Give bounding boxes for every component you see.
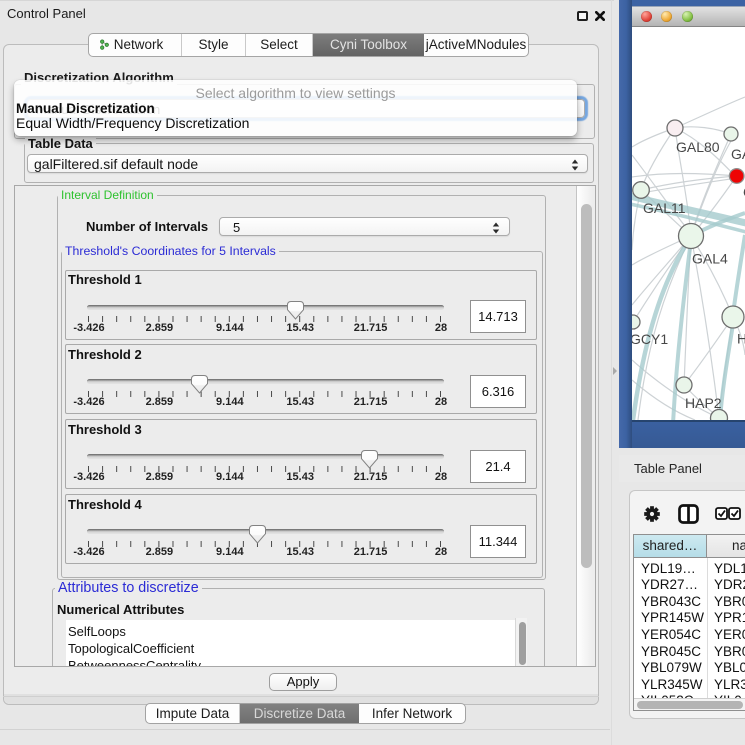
svg-text:HAP2: HAP2 — [685, 395, 722, 411]
svg-text:GAL2: GAL2 — [731, 146, 745, 162]
svg-text:GAL4: GAL4 — [692, 251, 728, 267]
svg-text:GAL11: GAL11 — [643, 200, 686, 216]
svg-text:HIS4: HIS4 — [737, 331, 745, 347]
svg-text:GCY1: GCY1 — [632, 331, 668, 347]
svg-text:GAL80: GAL80 — [676, 139, 720, 155]
